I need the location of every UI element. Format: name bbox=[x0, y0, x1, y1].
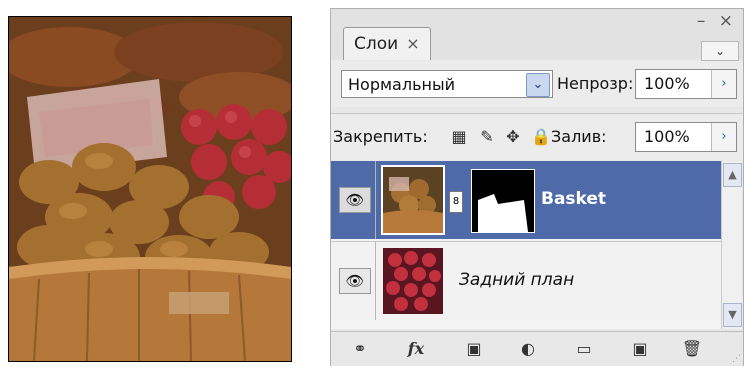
lock-label: Закрепить: bbox=[333, 127, 428, 146]
folder-icon[interactable]: ▭ bbox=[571, 338, 597, 360]
add-mask-icon[interactable]: ▣ bbox=[461, 338, 487, 360]
blend-opacity-row: Нормальный ⌄ Непрозр: 100% › bbox=[331, 61, 743, 107]
layer-thumbnail-background[interactable] bbox=[383, 248, 443, 314]
fill-value: 100% bbox=[644, 127, 690, 146]
tab-layers[interactable]: Слои × bbox=[343, 27, 431, 60]
column-divider bbox=[375, 161, 376, 239]
lock-transparency-icon[interactable]: ▦ bbox=[449, 127, 469, 147]
fill-field[interactable]: 100% › bbox=[635, 122, 737, 152]
resize-grip-icon[interactable]: ⋰ bbox=[732, 354, 741, 364]
lock-all-icon[interactable]: 🔒 bbox=[531, 127, 551, 147]
scroll-up-icon[interactable]: ▲ bbox=[723, 163, 742, 187]
fx-icon[interactable]: fx bbox=[401, 338, 431, 360]
layer-name-basket[interactable]: Basket bbox=[541, 189, 606, 209]
mask-link-icon[interactable]: 8 bbox=[449, 191, 463, 213]
opacity-label: Непрозр: bbox=[557, 74, 634, 93]
lock-position-icon[interactable]: ✥ bbox=[503, 127, 523, 147]
tab-layers-label: Слои bbox=[354, 34, 399, 54]
layer-name-background[interactable]: Задний план bbox=[459, 270, 574, 290]
blend-mode-select[interactable]: Нормальный ⌄ bbox=[341, 70, 553, 98]
link-layers-icon[interactable]: ⚭ bbox=[345, 338, 375, 360]
layers-bottom-toolbar: ⚭ fx ▣ ◐ ▭ ▣ 🗑 ⋰ bbox=[331, 331, 743, 366]
lock-image-icon[interactable]: ✎ bbox=[477, 127, 497, 147]
layer-mask-thumbnail[interactable] bbox=[471, 169, 535, 233]
window-controls[interactable]: – × bbox=[697, 11, 737, 31]
layer-thumbnail-basket[interactable] bbox=[381, 165, 445, 235]
tab-close-icon[interactable]: × bbox=[406, 28, 419, 60]
opacity-field[interactable]: 100% › bbox=[635, 69, 737, 99]
lock-fill-row: Закрепить: ▦ ✎ ✥ 🔒 Залив: 100% › bbox=[331, 113, 743, 160]
scroll-down-icon[interactable]: ▼ bbox=[723, 303, 742, 327]
panel-titlebar: Слои × – × ⌄ bbox=[331, 9, 743, 61]
layer-row-background[interactable]: 👁 Задний план bbox=[331, 241, 721, 320]
adjustment-layer-icon[interactable]: ◐ bbox=[515, 338, 541, 360]
eye-icon[interactable]: 👁 bbox=[339, 187, 371, 213]
fill-label: Залив: bbox=[551, 127, 607, 146]
panel-menu-icon[interactable]: ⌄ bbox=[701, 41, 739, 61]
layers-panel: Слои × – × ⌄ Нормальный ⌄ Непрозр: 100% … bbox=[330, 8, 744, 366]
opacity-value: 100% bbox=[644, 74, 690, 93]
blend-mode-value: Нормальный bbox=[348, 75, 455, 94]
eye-icon[interactable]: 👁 bbox=[339, 268, 371, 294]
layers-list: 👁 8 Basket 👁 Задний план bbox=[331, 161, 721, 329]
potato-basket-photo bbox=[8, 16, 292, 362]
trash-icon[interactable]: 🗑 bbox=[679, 338, 705, 360]
layers-scrollbar[interactable]: ▲ ▼ bbox=[721, 161, 742, 329]
new-layer-icon[interactable]: ▣ bbox=[627, 338, 653, 360]
opacity-arrow-icon[interactable]: › bbox=[711, 70, 736, 98]
chevron-down-icon[interactable]: ⌄ bbox=[526, 73, 550, 97]
fill-arrow-icon[interactable]: › bbox=[711, 123, 736, 151]
layer-row-basket[interactable]: 👁 8 Basket bbox=[331, 161, 721, 239]
column-divider bbox=[375, 242, 376, 320]
